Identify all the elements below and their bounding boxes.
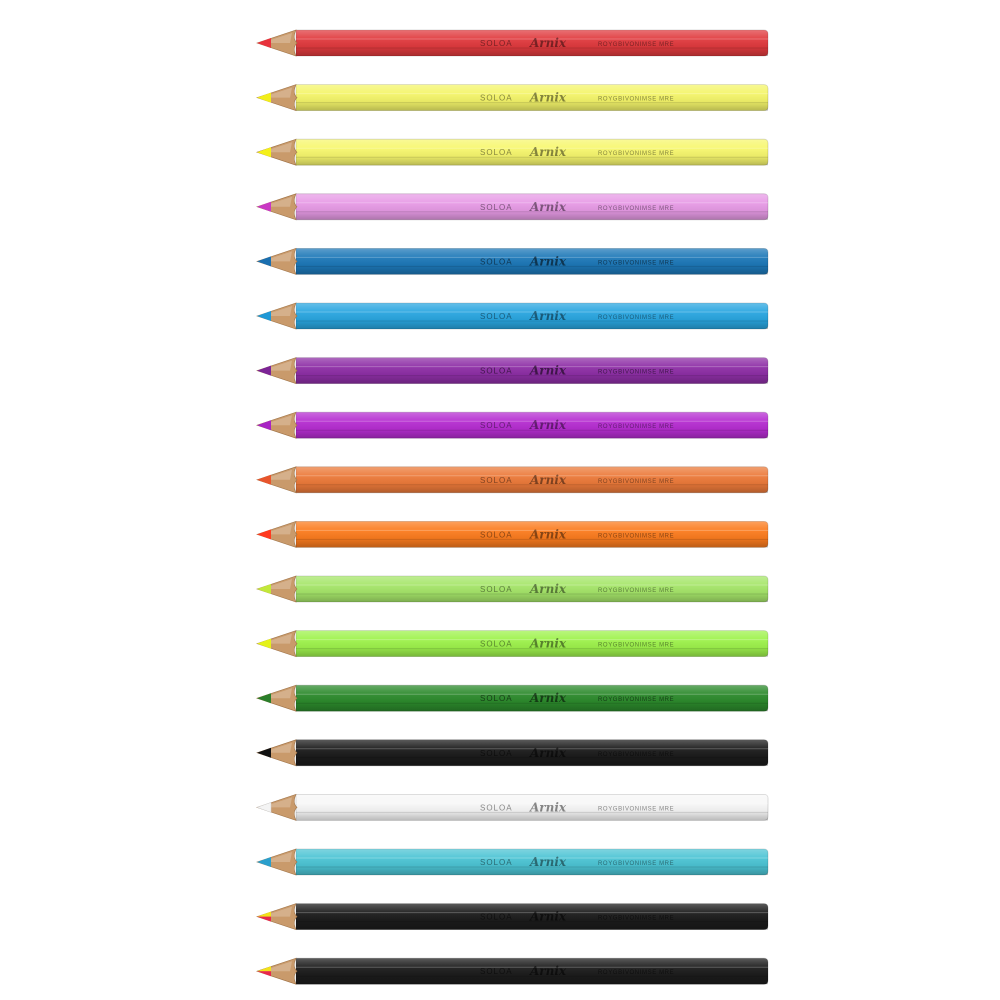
pencil-tagline: ROYGBIVONIMSE MRE xyxy=(598,533,674,539)
pencil-lead xyxy=(257,256,271,267)
pencil-brand-text: SOLOA xyxy=(480,203,513,212)
pencil-logo: Arnix xyxy=(529,200,567,214)
pencil: SOLOA Arnix ROYGBIVONIMSE MRE xyxy=(256,739,769,767)
pencil-brand-text: SOLOA xyxy=(480,476,513,485)
pencil-logo: Arnix xyxy=(529,418,567,432)
pencil: SOLOA Arnix ROYGBIVONIMSE MRE xyxy=(256,138,769,166)
pencil-lead xyxy=(257,747,271,758)
pencil-tagline: ROYGBIVONIMSE MRE xyxy=(598,151,674,157)
pencil-logo: Arnix xyxy=(529,527,567,541)
pencil-tagline: ROYGBIVONIMSE MRE xyxy=(598,260,674,266)
pencil: SOLOA Arnix ROYGBIVONIMSE MRE xyxy=(256,193,769,221)
pencil-lead xyxy=(257,529,271,540)
pencil: SOLOA Arnix ROYGBIVONIMSE MRE xyxy=(256,411,769,439)
pencil-tagline: ROYGBIVONIMSE MRE xyxy=(598,42,674,48)
pencil-lead xyxy=(256,802,272,813)
pencil-lead xyxy=(257,38,271,48)
pencil-tagline: ROYGBIVONIMSE MRE xyxy=(598,916,674,922)
pencil-logo: Arnix xyxy=(529,800,567,814)
pencil-brand-text: SOLOA xyxy=(480,585,513,594)
pencil: SOLOA Arnix ROYGBIVONIMSE MRE xyxy=(256,575,769,603)
pencil-set: SOLOA Arnix ROYGBIVONIMSE MRE SOLOA Arnix ROY… xyxy=(256,29,769,985)
pencil-logo: Arnix xyxy=(529,364,567,378)
pencil: SOLOA Arnix ROYGBIVONIMSE MRE xyxy=(256,630,769,658)
pencil-tagline: ROYGBIVONIMSE MRE xyxy=(598,315,674,321)
pencil-logo: Arnix xyxy=(529,254,567,268)
pencil: SOLOA Arnix ROYGBIVONIMSE MRE xyxy=(256,520,769,548)
pencil-logo: Arnix xyxy=(529,582,567,596)
pencil: SOLOA Arnix ROYGBIVONIMSE MRE xyxy=(256,302,769,330)
pencil-brand-text: SOLOA xyxy=(480,858,513,867)
pencil-logo: Arnix xyxy=(529,637,567,651)
pencil: SOLOA Arnix ROYGBIVONIMSE MRE xyxy=(256,903,769,931)
pencil-brand-text: SOLOA xyxy=(480,694,513,703)
pencil-logo: Arnix xyxy=(529,145,567,159)
pencil: SOLOA Arnix ROYGBIVONIMSE MRE xyxy=(256,357,769,385)
pencil-tagline: ROYGBIVONIMSE MRE xyxy=(598,697,674,703)
pencil-brand-text: SOLOA xyxy=(480,148,513,157)
pencil-brand-text: SOLOA xyxy=(480,39,513,48)
pencil-lead xyxy=(257,638,271,649)
pencil-logo: Arnix xyxy=(529,473,567,487)
pencil-logo: Arnix xyxy=(529,309,567,323)
pencil-brand-text: SOLOA xyxy=(480,367,513,376)
pencil-brand-text: SOLOA xyxy=(480,530,513,539)
pencil-tagline: ROYGBIVONIMSE MRE xyxy=(598,206,674,212)
pencil: SOLOA Arnix ROYGBIVONIMSE MRE xyxy=(256,29,769,57)
pencil-logo: Arnix xyxy=(529,964,567,978)
pencil-lead xyxy=(257,92,271,103)
pencil: SOLOA Arnix ROYGBIVONIMSE MRE xyxy=(256,684,769,712)
pencil-set-image: SOLOA Arnix ROYGBIVONIMSE MRE SOLOA Arnix ROY… xyxy=(0,0,1000,1000)
pencil-tagline: ROYGBIVONIMSE MRE xyxy=(598,424,674,430)
pencil-lead xyxy=(257,201,271,212)
pencil-tagline: ROYGBIVONIMSE MRE xyxy=(598,479,674,485)
pencil-logo: Arnix xyxy=(529,36,567,50)
pencil-tagline: ROYGBIVONIMSE MRE xyxy=(598,861,674,867)
pencil: SOLOA Arnix ROYGBIVONIMSE MRE xyxy=(256,84,769,112)
pencil-brand-text: SOLOA xyxy=(480,312,513,321)
pencil-tagline: ROYGBIVONIMSE MRE xyxy=(598,370,674,376)
pencil-tagline: ROYGBIVONIMSE MRE xyxy=(598,970,674,976)
pencil-brand-text: SOLOA xyxy=(480,640,513,649)
pencil-brand-text: SOLOA xyxy=(480,94,513,103)
pencil-brand-text: SOLOA xyxy=(480,257,513,266)
pencil: SOLOA Arnix ROYGBIVONIMSE MRE xyxy=(256,848,769,876)
pencil-tagline: ROYGBIVONIMSE MRE xyxy=(598,643,674,649)
pencil-logo: Arnix xyxy=(529,91,567,105)
pencil-lead xyxy=(257,311,271,321)
pencil-tagline: ROYGBIVONIMSE MRE xyxy=(598,806,674,812)
pencil-lead xyxy=(257,420,271,431)
pencil: SOLOA Arnix ROYGBIVONIMSE MRE xyxy=(256,793,769,821)
pencil-lead xyxy=(257,693,271,704)
pencil-logo: Arnix xyxy=(529,910,567,924)
pencil-tagline: ROYGBIVONIMSE MRE xyxy=(598,588,674,594)
pencil-brand-text: SOLOA xyxy=(480,421,513,430)
pencil-brand-text: SOLOA xyxy=(480,803,513,812)
pencil-brand-text: SOLOA xyxy=(480,967,513,976)
pencil: SOLOA Arnix ROYGBIVONIMSE MRE xyxy=(256,247,769,275)
pencil-logo: Arnix xyxy=(529,691,567,705)
pencil: SOLOA Arnix ROYGBIVONIMSE MRE xyxy=(256,466,769,494)
pencil-logo: Arnix xyxy=(529,855,567,869)
pencil-tagline: ROYGBIVONIMSE MRE xyxy=(598,752,674,758)
pencil-lead xyxy=(257,365,271,376)
pencil-logo: Arnix xyxy=(529,746,567,760)
pencil-brand-text: SOLOA xyxy=(480,749,513,758)
pencil-lead xyxy=(257,584,271,594)
pencil: SOLOA Arnix ROYGBIVONIMSE MRE xyxy=(256,957,769,985)
pencil-lead xyxy=(257,147,271,158)
pencil-tagline: ROYGBIVONIMSE MRE xyxy=(598,97,674,103)
pencil-lead xyxy=(257,857,271,867)
pencil-lead xyxy=(257,474,271,485)
pencil-brand-text: SOLOA xyxy=(480,913,513,922)
